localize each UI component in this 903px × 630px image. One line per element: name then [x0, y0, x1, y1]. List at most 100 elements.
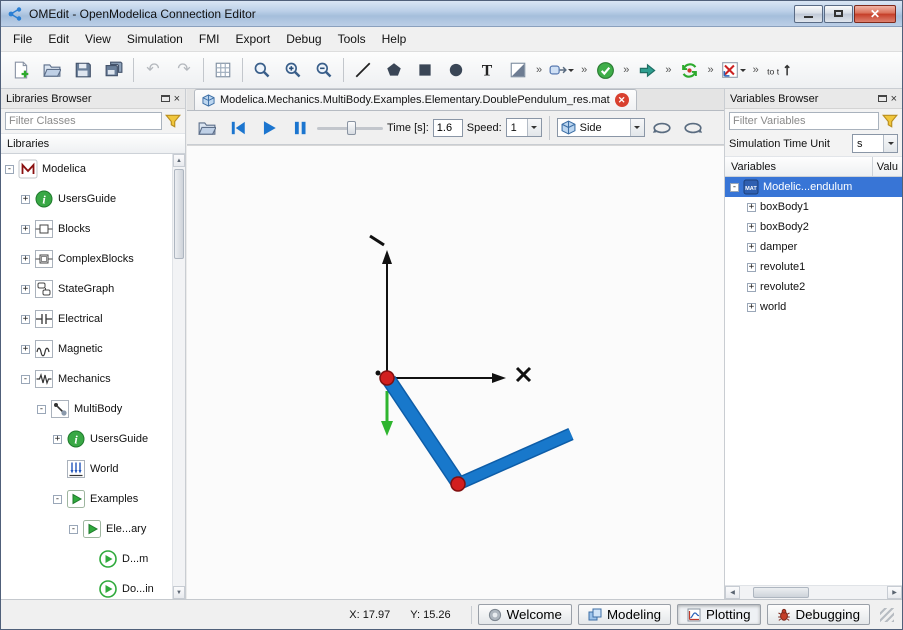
- expand-icon[interactable]: [21, 285, 30, 294]
- menu-edit[interactable]: Edit: [40, 29, 77, 49]
- undo-button[interactable]: ↶: [138, 56, 168, 84]
- collapse-icon[interactable]: [5, 165, 14, 174]
- dock-float-icon[interactable]: [161, 95, 170, 102]
- variable-result-root[interactable]: MAT Modelic...endulum: [725, 177, 902, 197]
- resize-grip[interactable]: [880, 608, 894, 622]
- speed-combo[interactable]: 1: [506, 118, 542, 137]
- variable-boxbody1[interactable]: boxBody1: [725, 197, 902, 217]
- variables-horizontal-scrollbar[interactable]: ◀ ▶: [725, 585, 902, 599]
- filter-funnel-icon[interactable]: [882, 113, 898, 129]
- rotate-right-button[interactable]: [680, 115, 707, 141]
- tree-item-doublependulum[interactable]: D...m: [1, 544, 185, 574]
- ellipse-tool-button[interactable]: [441, 56, 471, 84]
- perspective-combo[interactable]: Side: [557, 118, 645, 137]
- rectangle-tool-button[interactable]: [410, 56, 440, 84]
- save-all-button[interactable]: [99, 56, 129, 84]
- filter-classes-input[interactable]: [5, 112, 162, 130]
- toolbar-overflow-chevron[interactable]: »: [751, 64, 761, 76]
- scroll-down-icon[interactable]: ▼: [173, 586, 185, 599]
- menu-fmi[interactable]: FMI: [191, 29, 228, 49]
- new-modelica-class-button[interactable]: [6, 56, 36, 84]
- expand-icon[interactable]: [21, 195, 30, 204]
- maximize-button[interactable]: [824, 5, 853, 23]
- expand-icon[interactable]: [747, 303, 756, 312]
- collapse-icon[interactable]: [21, 375, 30, 384]
- column-value[interactable]: Valu: [872, 157, 902, 176]
- toolbar-overflow-chevron[interactable]: »: [579, 64, 589, 76]
- expand-icon[interactable]: [747, 243, 756, 252]
- open-file-button[interactable]: [37, 56, 67, 84]
- rotate-left-button[interactable]: [649, 115, 676, 141]
- expand-icon[interactable]: [747, 283, 756, 292]
- filter-funnel-icon[interactable]: [165, 113, 181, 129]
- tree-item-electrical[interactable]: Electrical: [1, 304, 185, 334]
- combo-arrow-icon[interactable]: [883, 135, 897, 152]
- transition-mode-button[interactable]: [545, 56, 578, 84]
- slider-handle[interactable]: [347, 121, 356, 135]
- menu-tools[interactable]: Tools: [330, 29, 374, 49]
- variable-boxbody2[interactable]: boxBody2: [725, 217, 902, 237]
- animation-time-slider[interactable]: [317, 119, 383, 137]
- expand-icon[interactable]: [21, 345, 30, 354]
- scrollbar-thumb[interactable]: [174, 169, 184, 259]
- tree-item-modelica[interactable]: Modelica: [1, 154, 185, 184]
- tree-item-magnetic[interactable]: Magnetic: [1, 334, 185, 364]
- welcome-view-button[interactable]: Welcome: [478, 604, 572, 625]
- scrollbar-thumb[interactable]: [753, 587, 809, 598]
- dock-float-icon[interactable]: [878, 95, 887, 102]
- variable-damper[interactable]: damper: [725, 237, 902, 257]
- collapse-icon[interactable]: [69, 525, 78, 534]
- toolbar-overflow-chevron[interactable]: »: [621, 64, 631, 76]
- polygon-tool-button[interactable]: [379, 56, 409, 84]
- animation-canvas[interactable]: [187, 145, 725, 599]
- expand-icon[interactable]: [21, 225, 30, 234]
- toolbar-overflow-chevron[interactable]: »: [663, 64, 673, 76]
- tree-item-elementary[interactable]: Ele...ary: [1, 514, 185, 544]
- tab-close-icon[interactable]: ✕: [615, 93, 629, 107]
- expand-icon[interactable]: [747, 223, 756, 232]
- show-grid-button[interactable]: [208, 56, 238, 84]
- tab-doublependulum-result[interactable]: Modelica.Mechanics.MultiBody.Examples.El…: [194, 89, 637, 110]
- menu-debug[interactable]: Debug: [278, 29, 329, 49]
- tree-item-mechanics[interactable]: Mechanics: [1, 364, 185, 394]
- variable-world[interactable]: world: [725, 297, 902, 317]
- libraries-header[interactable]: Libraries: [1, 133, 185, 154]
- menu-view[interactable]: View: [77, 29, 119, 49]
- zoom-in-button[interactable]: [278, 56, 308, 84]
- tree-item-doublependuluminittip[interactable]: Do...in: [1, 574, 185, 599]
- tree-item-stategraph[interactable]: StateGraph: [1, 274, 185, 304]
- libraries-scrollbar[interactable]: ▲ ▼: [172, 154, 185, 599]
- tree-item-examples[interactable]: Examples: [1, 484, 185, 514]
- time-input[interactable]: [433, 119, 463, 137]
- variable-revolute2[interactable]: revolute2: [725, 277, 902, 297]
- expand-icon[interactable]: [747, 203, 756, 212]
- tree-item-multibody[interactable]: MultiBody: [1, 394, 185, 424]
- new-plot-window-button[interactable]: [717, 56, 750, 84]
- column-variables[interactable]: Variables: [725, 161, 872, 173]
- expand-icon[interactable]: [53, 435, 62, 444]
- tree-item-usersguide[interactable]: i UsersGuide: [1, 184, 185, 214]
- scroll-up-icon[interactable]: ▲: [173, 154, 185, 167]
- modeling-view-button[interactable]: Modeling: [578, 604, 671, 625]
- scroll-right-icon[interactable]: ▶: [887, 586, 902, 599]
- reset-zoom-button[interactable]: [247, 56, 277, 84]
- text-tool-button[interactable]: T: [472, 56, 502, 84]
- time-unit-combo[interactable]: s: [852, 134, 898, 153]
- collapse-icon[interactable]: [730, 183, 739, 192]
- menu-export[interactable]: Export: [228, 29, 279, 49]
- toolbar-overflow-chevron[interactable]: »: [534, 64, 544, 76]
- variable-revolute1[interactable]: revolute1: [725, 257, 902, 277]
- expand-icon[interactable]: [747, 263, 756, 272]
- re-simulate-button[interactable]: [675, 56, 705, 84]
- menu-file[interactable]: File: [5, 29, 40, 49]
- collapse-icon[interactable]: [53, 495, 62, 504]
- simulate-button[interactable]: [632, 56, 662, 84]
- initialize-button[interactable]: [224, 115, 251, 141]
- save-button[interactable]: [68, 56, 98, 84]
- dock-close-icon[interactable]: ×: [891, 94, 897, 104]
- expand-icon[interactable]: [21, 315, 30, 324]
- expand-icon[interactable]: [21, 255, 30, 264]
- open-result-file-button[interactable]: [193, 115, 220, 141]
- debugging-view-button[interactable]: Debugging: [767, 604, 870, 625]
- minimize-button[interactable]: [794, 5, 823, 23]
